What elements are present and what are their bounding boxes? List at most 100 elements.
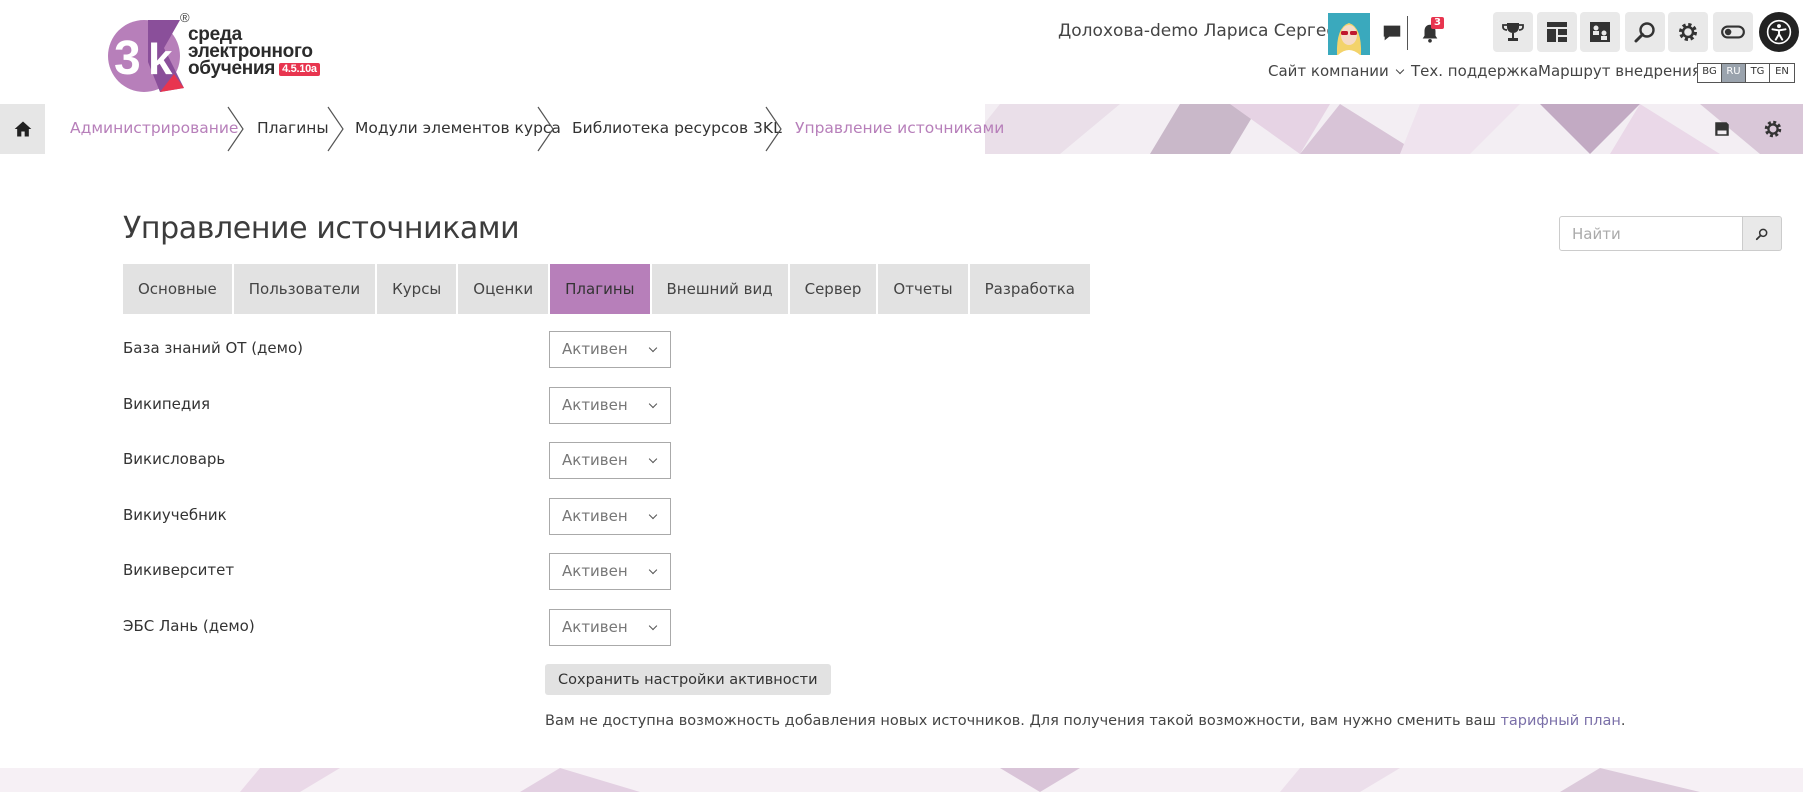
- source-label: Викиверситет: [123, 561, 235, 579]
- tab-reports[interactable]: Отчеты: [878, 264, 968, 314]
- page-settings-button[interactable]: [1761, 117, 1785, 141]
- logo-3k-icon: 3 k: [108, 20, 184, 92]
- source-status-select[interactable]: Активен: [549, 498, 671, 535]
- search-icon: [1634, 22, 1655, 43]
- source-status-select[interactable]: Активен: [549, 331, 671, 368]
- tab-appearance[interactable]: Внешний вид: [651, 264, 788, 314]
- upgrade-notice: Вам не доступна возможность добавления н…: [545, 713, 1626, 729]
- tab-server[interactable]: Сервер: [789, 264, 877, 314]
- dashboard-grid-icon: [1547, 22, 1567, 42]
- source-status-value: Активен: [562, 562, 628, 580]
- lang-en[interactable]: EN: [1770, 64, 1794, 82]
- messages-icon[interactable]: [1380, 20, 1404, 46]
- floppy-disk-icon: [1715, 122, 1729, 136]
- decorative-pattern: [0, 768, 1803, 792]
- achievements-button[interactable]: [1493, 12, 1533, 52]
- save-activity-settings-button[interactable]: Сохранить настройки активности: [545, 664, 831, 695]
- trophy-icon: [1502, 23, 1524, 41]
- breadcrumb-bar: Администрирование Плагины Модули элемент…: [0, 104, 1803, 154]
- accessibility-button[interactable]: [1759, 12, 1799, 52]
- breadcrumb: Администрирование Плагины Модули элемент…: [45, 104, 1004, 154]
- notice-end: .: [1620, 713, 1626, 729]
- lang-ru[interactable]: RU: [1722, 64, 1746, 82]
- tariff-plan-link[interactable]: тарифный план: [1500, 713, 1620, 729]
- source-status-select[interactable]: Активен: [549, 442, 671, 479]
- chevron-down-icon: [1395, 65, 1405, 75]
- breadcrumb-separator-icon: [227, 106, 244, 152]
- logo-text: среда электронного обучения 4.5.10a: [188, 25, 320, 78]
- source-label: ЭБС Лань (демо): [123, 617, 255, 635]
- svg-text:k: k: [148, 35, 173, 84]
- implementation-route-link[interactable]: Маршрут внедрения: [1538, 62, 1701, 80]
- version-badge: 4.5.10a: [279, 63, 320, 76]
- header: 3 k ® среда электронного обучения 4.5.10a…: [0, 0, 1803, 104]
- breadcrumb-separator-icon: [537, 106, 554, 152]
- logo-registered: ®: [180, 10, 190, 25]
- breadcrumb-item-administration[interactable]: Администрирование: [70, 119, 238, 137]
- tab-users[interactable]: Пользователи: [233, 264, 376, 314]
- avatar-image-icon: [1328, 13, 1370, 55]
- search-input[interactable]: [1559, 216, 1743, 251]
- tab-courses[interactable]: Курсы: [377, 264, 457, 314]
- svg-text:3: 3: [114, 32, 141, 85]
- source-status-value: Активен: [562, 340, 628, 358]
- lang-bg[interactable]: BG: [1698, 64, 1722, 82]
- source-status-value: Активен: [562, 396, 628, 414]
- source-status-value: Активен: [562, 507, 628, 525]
- company-site-label: Сайт компании: [1268, 62, 1389, 80]
- breadcrumb-item-plugins[interactable]: Плагины: [257, 119, 329, 137]
- dashboard-button[interactable]: [1537, 12, 1577, 52]
- search-button[interactable]: [1743, 216, 1782, 251]
- global-search-button[interactable]: [1625, 12, 1665, 52]
- source-label: Викиучебник: [123, 506, 227, 524]
- notifications-badge: 3: [1431, 17, 1444, 29]
- notice-text: Вам не доступна возможность добавления н…: [545, 713, 1501, 729]
- source-label: База знаний ОТ (демо): [123, 339, 303, 357]
- settings-button[interactable]: [1668, 12, 1708, 52]
- gear-icon: [1764, 120, 1782, 138]
- toggle-icon: [1721, 25, 1745, 39]
- footer-decoration: [0, 768, 1803, 792]
- users-switch-icon: [1590, 22, 1610, 42]
- breadcrumb-separator-icon: [765, 106, 782, 152]
- header-divider: [1407, 16, 1408, 50]
- source-label: Википедия: [123, 395, 211, 413]
- admin-tabs: Основные Пользователи Курсы Оценки Плаги…: [123, 264, 1092, 314]
- source-status-select[interactable]: Активен: [549, 609, 671, 646]
- company-site-link[interactable]: Сайт компании: [1268, 62, 1405, 80]
- chevron-down-icon: [648, 399, 658, 409]
- breadcrumb-item-current: Управление источниками: [795, 119, 1005, 137]
- source-status-select[interactable]: Активен: [549, 387, 671, 424]
- avatar[interactable]: [1328, 13, 1370, 55]
- switch-role-button[interactable]: [1580, 12, 1620, 52]
- search-icon: [1755, 228, 1768, 240]
- logo[interactable]: 3 k ® среда электронного обучения 4.5.10a: [104, 10, 334, 96]
- source-status-value: Активен: [562, 451, 628, 469]
- chevron-down-icon: [648, 454, 658, 464]
- home-icon: [14, 121, 31, 137]
- chevron-down-icon: [648, 510, 658, 520]
- support-link[interactable]: Тех. поддержка: [1411, 62, 1538, 80]
- source-status-select[interactable]: Активен: [549, 553, 671, 590]
- search-form: [1559, 216, 1782, 251]
- user-name[interactable]: Долохова-demo Лариса Сергеевна: [1058, 21, 1368, 41]
- notifications-bell-icon[interactable]: 3: [1418, 17, 1444, 46]
- page-title: Управление источниками: [123, 211, 520, 246]
- save-state-button[interactable]: [1710, 117, 1734, 141]
- source-label: Викисловарь: [123, 450, 226, 468]
- accessibility-icon: [1766, 19, 1792, 45]
- breadcrumb-separator-icon: [327, 106, 344, 152]
- tab-general[interactable]: Основные: [123, 264, 232, 314]
- tab-grades[interactable]: Оценки: [458, 264, 549, 314]
- chevron-down-icon: [648, 565, 658, 575]
- theme-toggle-button[interactable]: [1713, 12, 1753, 52]
- tab-development[interactable]: Разработка: [969, 264, 1090, 314]
- breadcrumb-item-course-modules[interactable]: Модули элементов курса: [355, 119, 561, 137]
- gear-icon: [1679, 23, 1697, 41]
- chevron-down-icon: [648, 621, 658, 631]
- logo-line-3: обучения 4.5.10a: [188, 59, 320, 78]
- tab-plugins[interactable]: Плагины: [550, 264, 650, 314]
- home-button[interactable]: [0, 104, 45, 154]
- lang-tg[interactable]: TG: [1746, 64, 1770, 82]
- breadcrumb-item-resource-library[interactable]: Библиотека ресурсов 3KL: [572, 119, 782, 137]
